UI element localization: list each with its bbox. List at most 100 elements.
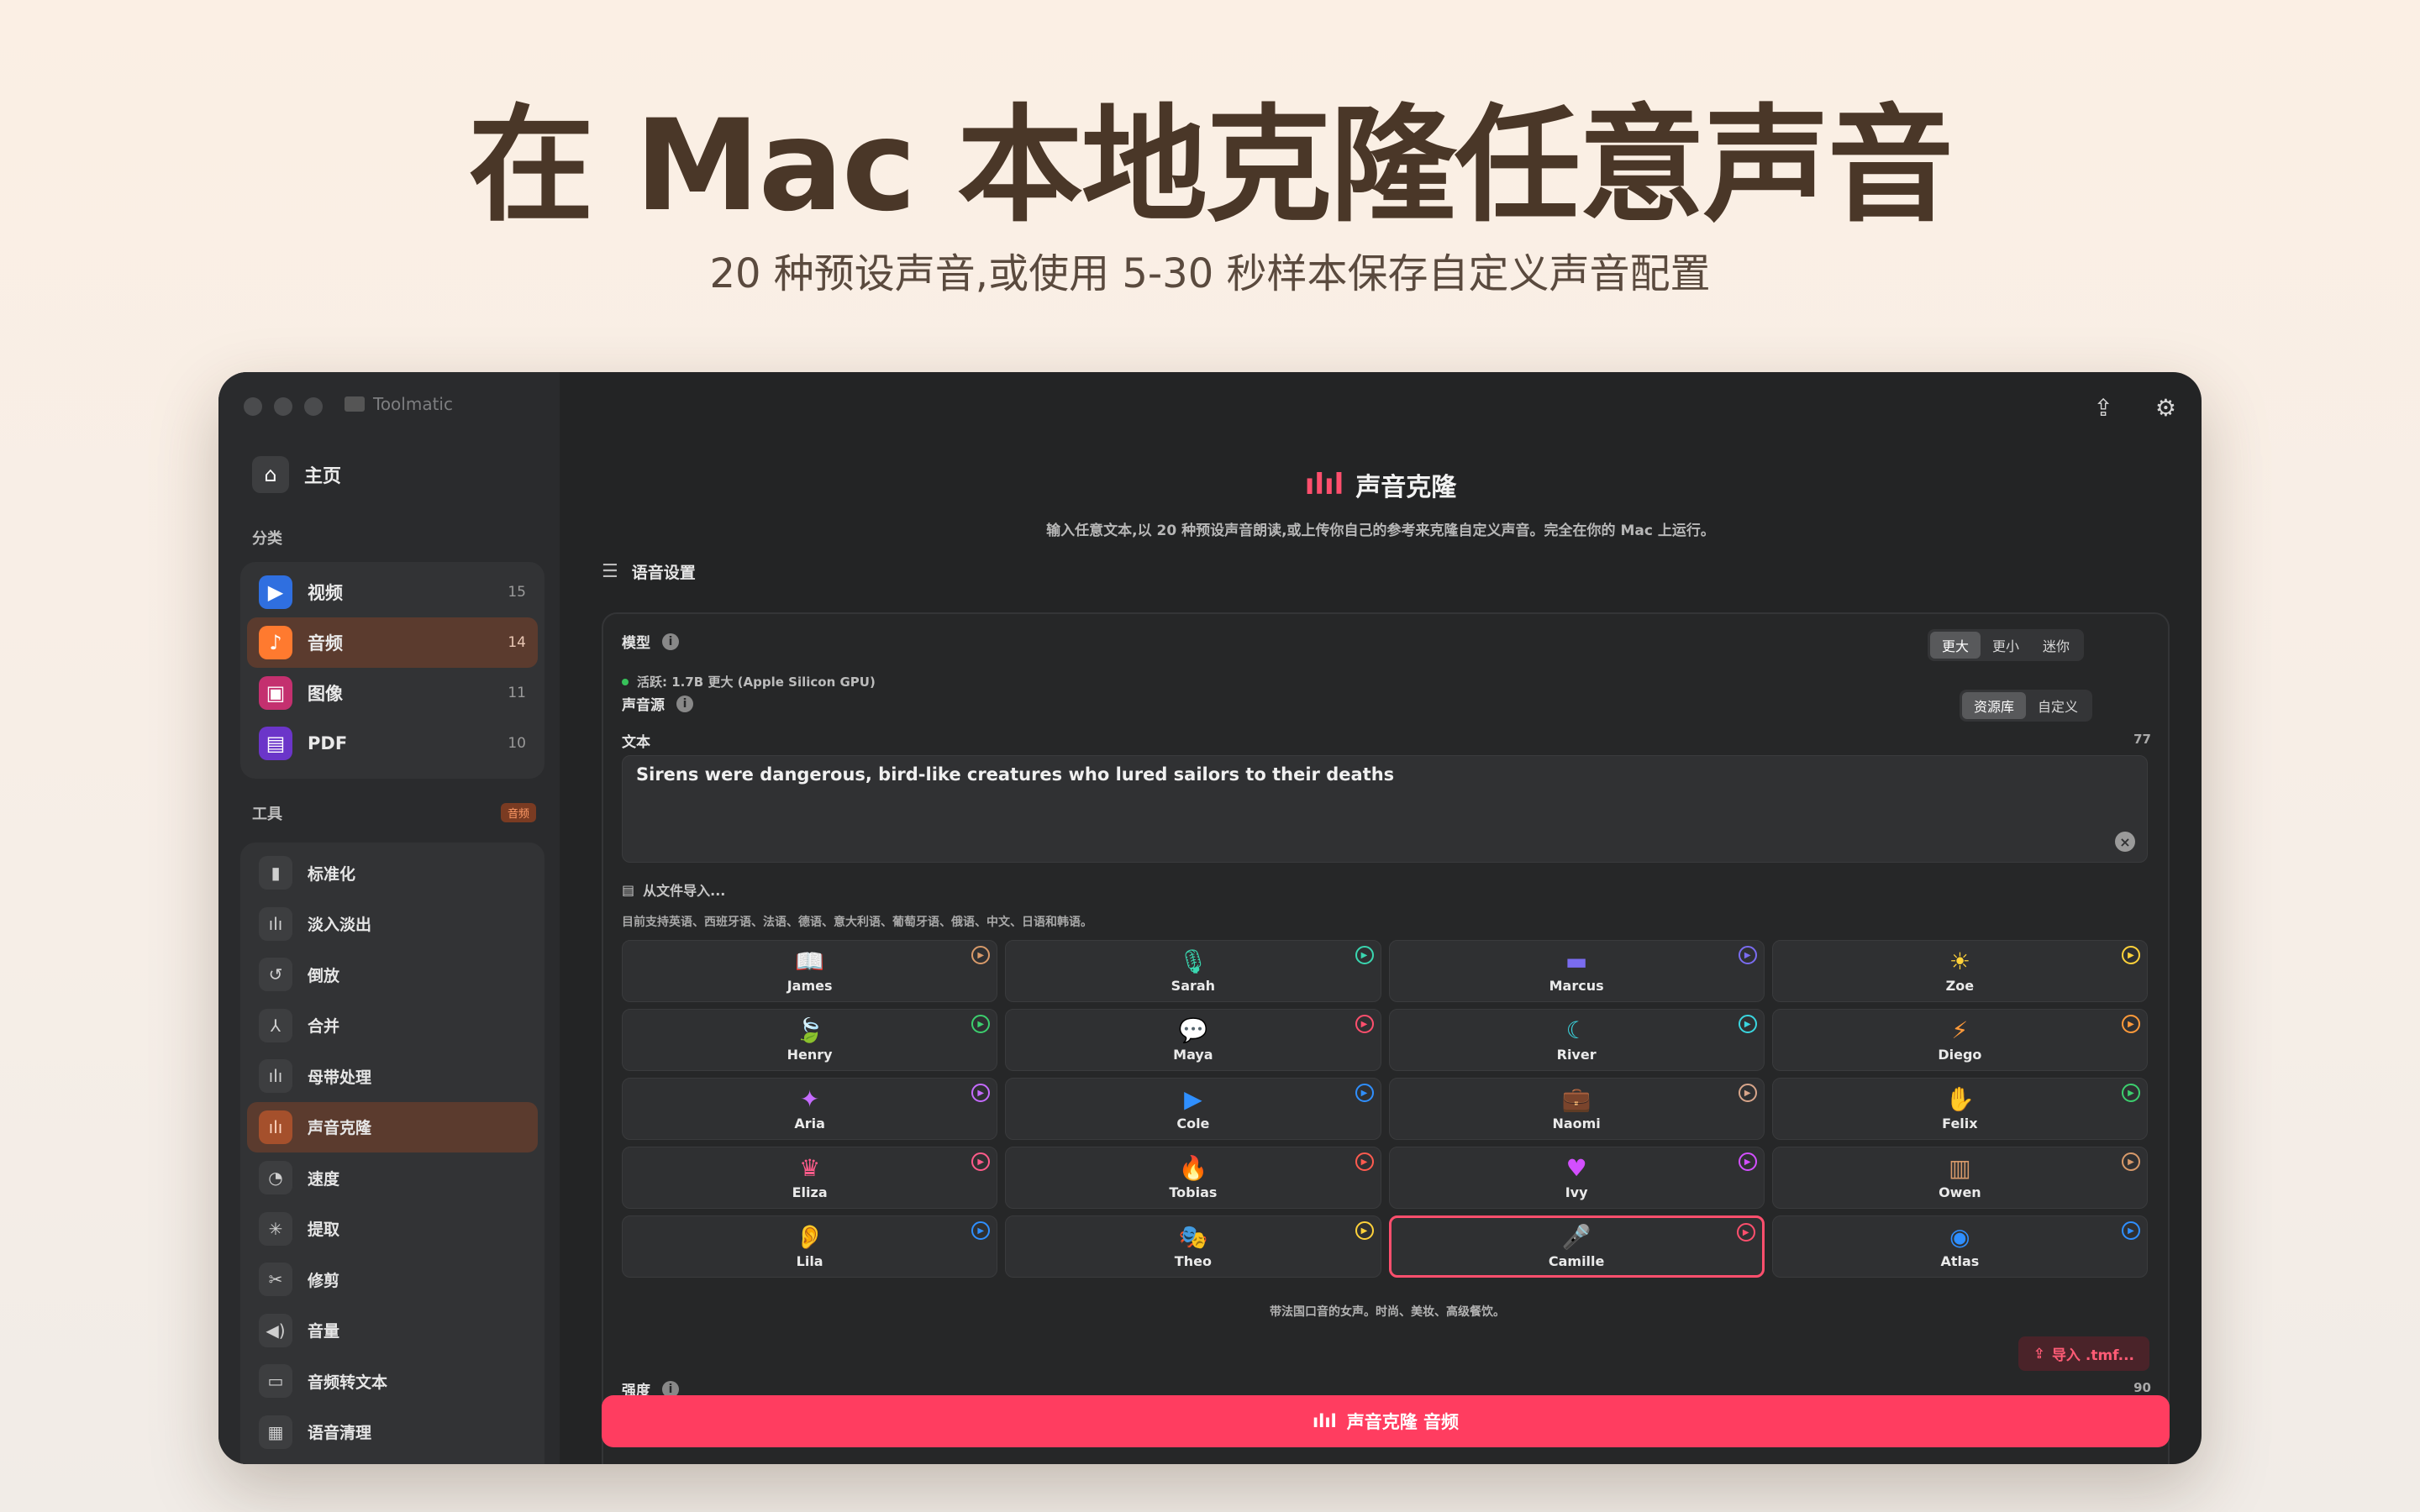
voice-card-lila[interactable]: 👂 Lila ▶ [622,1215,998,1278]
tool-item-scissors[interactable]: ✂ 修剪 [247,1254,538,1305]
source-option[interactable]: 自定义 [2026,692,2090,719]
play-icon[interactable]: ▶ [971,1084,991,1102]
close-window-button[interactable] [244,397,262,416]
tool-item-reverse[interactable]: ↺ 倒放 [247,949,538,1000]
zoom-window-button[interactable] [304,397,323,416]
waveform-icon: ılıl [1304,468,1344,501]
sidebar-item-pdf[interactable]: ▤ PDF 10 [247,718,538,769]
app-window: Toolmatic ⌂ 主页 分类 ▶ 视频 15 ♪ 音频 14 ▣ 图像 11 ▤ PDF 10 … [218,372,2202,1464]
tool-item-normalize[interactable]: ▮ 标准化 [247,848,538,899]
extract-icon: ✳ [259,1211,292,1246]
play-icon[interactable]: ▶ [1355,1221,1374,1240]
voice-name: Sarah [1171,977,1216,994]
voice-avatar-icon: ⚡ [1951,1016,1969,1044]
play-icon[interactable]: ▶ [2122,1015,2140,1033]
import-from-file-button[interactable]: ▤ 从文件导入... [622,879,725,900]
voice-card-james[interactable]: 📖 James ▶ [622,940,998,1002]
sidebar-item-music[interactable]: ♪ 音频 14 [247,617,538,668]
play-icon[interactable]: ▶ [971,1152,991,1171]
voice-avatar-icon: 🎭 [1178,1222,1208,1251]
voice-card-owen[interactable]: ▥ Owen ▶ [1771,1147,2148,1209]
play-icon[interactable]: ▶ [1355,1152,1374,1171]
voice-card-cole[interactable]: ▶ Cole ▶ [1005,1078,1381,1140]
source-option[interactable]: 资源库 [1962,692,2027,719]
minimize-window-button[interactable] [274,397,292,416]
play-icon[interactable]: ▶ [1738,946,1757,964]
tool-item-label: 标准化 [308,864,356,884]
voice-name: Naomi [1552,1115,1601,1131]
model-option[interactable]: 更大 [1930,632,1981,659]
voice-card-sarah[interactable]: 🎙 Sarah ▶ [1005,940,1381,1002]
share-icon[interactable]: ⇪ [2093,394,2112,422]
tools-filter-badge[interactable]: 音频 [501,803,537,822]
model-option[interactable]: 更小 [1981,632,2031,659]
tool-item-label: 合并 [308,1017,340,1037]
play-icon[interactable]: ▶ [1355,946,1374,964]
play-icon[interactable]: ▶ [1355,1015,1374,1033]
voice-card-marcus[interactable]: ▬ Marcus ▶ [1388,940,1765,1002]
voice-card-river[interactable]: ☾ River ▶ [1388,1009,1765,1071]
play-icon[interactable]: ▶ [2122,1221,2140,1240]
voice-avatar-icon: ▥ [1949,1153,1971,1182]
voice-card-aria[interactable]: ✦ Aria ▶ [622,1078,998,1140]
voice-card-tobias[interactable]: 🔥 Tobias ▶ [1005,1147,1381,1209]
play-icon[interactable]: ▶ [1738,1015,1757,1033]
voice-card-felix[interactable]: ✋ Felix ▶ [1771,1078,2148,1140]
voice-avatar-icon: 🎙 [1178,947,1208,975]
voice-card-henry[interactable]: 🍃 Henry ▶ [622,1009,998,1071]
tool-item-transcribe[interactable]: ▭ 音频转文本 [247,1356,538,1407]
sidebar-item-video[interactable]: ▶ 视频 15 [247,567,538,617]
upload-icon: ⇪ [2033,1345,2045,1362]
voice-card-maya[interactable]: 💬 Maya ▶ [1005,1009,1381,1071]
play-icon[interactable]: ▶ [2122,1152,2140,1171]
voice-card-naomi[interactable]: 💼 Naomi ▶ [1388,1078,1765,1140]
play-icon[interactable]: ▶ [1736,1223,1755,1242]
sidebar-item-home[interactable]: ⌂ 主页 [252,456,341,493]
sidebar-item-count: 15 [508,584,526,601]
model-size-selector: 更大 更小 迷你 [1928,629,2085,661]
voice-name: Owen [1939,1184,1981,1200]
tool-item-extract[interactable]: ✳ 提取 [247,1204,538,1255]
gear-icon[interactable]: ⚙ [2155,394,2176,422]
clear-icon[interactable]: × [2115,832,2135,852]
voice-clone-audio-button[interactable]: ılıl 声音克隆 音频 [602,1395,2170,1447]
voice-card-zoe[interactable]: ☀ Zoe ▶ [1771,940,2148,1002]
play-icon[interactable]: ▶ [1738,1084,1757,1102]
text-input[interactable]: Sirens were dangerous, bird-like creatur… [622,755,2148,863]
settings-section-header[interactable]: ☰ 语音设置 [602,560,696,583]
info-icon[interactable]: i [676,695,693,712]
play-icon[interactable]: ▶ [2122,1084,2140,1102]
tool-item-mastering[interactable]: ılı 母带处理 [247,1051,538,1102]
voice-card-camille[interactable]: 🎤 Camille ▶ [1388,1215,1765,1278]
voice-card-eliza[interactable]: ♛ Eliza ▶ [622,1147,998,1209]
model-option[interactable]: 迷你 [2031,632,2081,659]
fade-icon: ılı [259,906,292,941]
tool-item-label: 倒放 [308,966,340,985]
play-icon[interactable]: ▶ [971,946,991,964]
voice-card-atlas[interactable]: ◉ Atlas ▶ [1771,1215,2148,1278]
voice-name: Diego [1938,1046,1982,1063]
voice-card-ivy[interactable]: ♥ Ivy ▶ [1388,1147,1765,1209]
model-status: 活跃: 1.7B 更大 (Apple Silicon GPU) [622,673,876,690]
sidebar-item-image[interactable]: ▣ 图像 11 [247,668,538,718]
play-icon[interactable]: ▶ [971,1015,991,1033]
tool-item-cleanup[interactable]: ▦ 语音清理 [247,1407,538,1458]
voice-avatar-icon: 🔥 [1178,1153,1208,1182]
sidebar-item-label: 音频 [308,633,343,654]
tool-item-volume[interactable]: ◀) 音量 [247,1305,538,1357]
info-icon[interactable]: i [662,633,679,650]
voice-name: Tobias [1169,1184,1218,1200]
tool-item-fade[interactable]: ılı 淡入淡出 [247,899,538,950]
import-tmf-button[interactable]: ⇪ 导入 .tmf... [2018,1336,2149,1371]
play-icon[interactable]: ▶ [1738,1152,1757,1171]
play-icon[interactable]: ▶ [1355,1084,1374,1102]
voice-avatar-icon: ♛ [799,1153,821,1182]
voice-card-diego[interactable]: ⚡ Diego ▶ [1771,1009,2148,1071]
voice-name: James [786,977,833,994]
tool-item-merge[interactable]: ⅄ 合并 [247,1000,538,1052]
play-icon[interactable]: ▶ [971,1221,991,1240]
tool-item-voice-clone[interactable]: ılı 声音克隆 [247,1101,538,1152]
play-icon[interactable]: ▶ [2122,946,2140,964]
voice-card-theo[interactable]: 🎭 Theo ▶ [1005,1215,1381,1278]
tool-item-speed[interactable]: ◔ 速度 [247,1152,538,1204]
